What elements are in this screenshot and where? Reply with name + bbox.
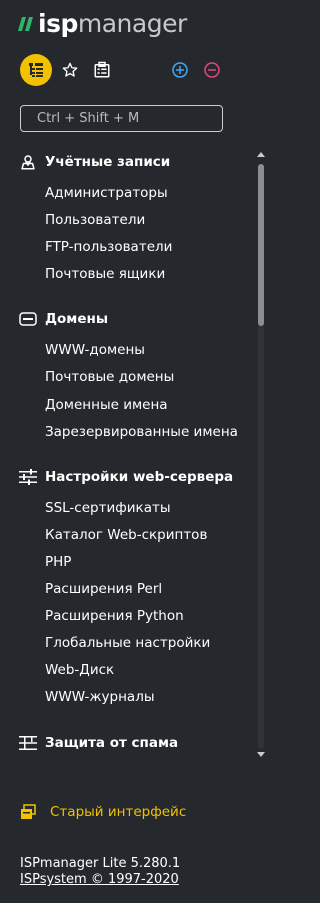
sliders-icon: [18, 467, 38, 487]
old-interface-link[interactable]: Старый интерфейс: [18, 801, 186, 823]
tree-view-icon: [29, 63, 43, 77]
menu-group-label: Учётные записи: [45, 154, 171, 170]
menu-item-web-disk[interactable]: Web-Диск: [45, 660, 114, 680]
menu-item-web-scripts-catalog[interactable]: Каталог Web-скриптов: [45, 525, 207, 545]
menu-group-spam-protection[interactable]: Защита от спама: [18, 732, 178, 754]
menu-item-perl-extensions[interactable]: Расширения Perl: [45, 579, 162, 599]
menu-group-label: Защита от спама: [45, 735, 179, 751]
menu-item-www-domains[interactable]: WWW-домены: [45, 340, 145, 360]
menu-group-label: Настройки web-сервера: [45, 469, 234, 485]
user-pin-icon: [18, 152, 38, 172]
menu-group-domains[interactable]: Домены: [18, 308, 108, 330]
menu-group-label: Домены: [45, 311, 109, 327]
scroll-up-arrow-icon[interactable]: [257, 152, 265, 157]
favorites-button[interactable]: [54, 54, 86, 86]
clipboard-icon: [94, 61, 110, 78]
menu-item-python-extensions[interactable]: Расширения Python: [45, 606, 184, 626]
collapse-all-button[interactable]: [196, 54, 228, 86]
old-window-icon: [18, 802, 38, 822]
www-icon: [18, 309, 38, 329]
menu-group-web-server-settings[interactable]: Настройки web-сервера: [18, 466, 233, 488]
clipboard-button[interactable]: [86, 54, 118, 86]
menu-scrollbar[interactable]: [255, 152, 266, 757]
menu-item-www-logs[interactable]: WWW-журналы: [45, 687, 154, 707]
tree-view-button[interactable]: [20, 54, 52, 86]
menu-item-users[interactable]: Пользователи: [45, 210, 145, 230]
copyright-link[interactable]: ISPsystem © 1997-2020: [20, 872, 180, 888]
logo-text: ispmanager: [38, 9, 187, 38]
navigation-menu: Учётные записи Администраторы Пользовате…: [0, 147, 254, 757]
menu-item-administrators[interactable]: Администраторы: [45, 183, 168, 203]
menu-item-domain-names[interactable]: Доменные имена: [45, 395, 168, 415]
menu-item-global-settings[interactable]: Глобальные настройки: [45, 633, 210, 653]
plus-circle-icon: [172, 62, 188, 78]
filter-bars-icon: [18, 733, 38, 753]
logo-mark-icon: [18, 17, 33, 31]
menu-item-ftp-users[interactable]: FTP-пользователи: [45, 237, 172, 257]
product-version: ISPmanager Lite 5.280.1: [20, 856, 181, 871]
app-logo[interactable]: ispmanager: [18, 8, 187, 40]
footer: ISPmanager Lite 5.280.1 ISPsystem © 1997…: [20, 856, 180, 888]
menu-search-box: [20, 105, 223, 132]
menu-toolbar: [20, 54, 230, 86]
old-interface-label: Старый интерфейс: [50, 804, 187, 820]
scroll-down-arrow-icon[interactable]: [257, 752, 265, 757]
menu-item-reserved-names[interactable]: Зарезервированные имена: [45, 422, 238, 442]
menu-group-accounts[interactable]: Учётные записи: [18, 151, 170, 173]
star-icon: [62, 62, 78, 77]
expand-all-button[interactable]: [164, 54, 196, 86]
minus-circle-icon: [204, 62, 220, 78]
menu-search-input[interactable]: [21, 106, 222, 131]
scroll-thumb[interactable]: [258, 164, 264, 326]
menu-item-mail-domains[interactable]: Почтовые домены: [45, 367, 174, 387]
menu-item-mailboxes[interactable]: Почтовые ящики: [45, 264, 165, 284]
menu-item-php[interactable]: PHP: [45, 552, 71, 572]
menu-item-ssl-certificates[interactable]: SSL-сертификаты: [45, 498, 171, 518]
